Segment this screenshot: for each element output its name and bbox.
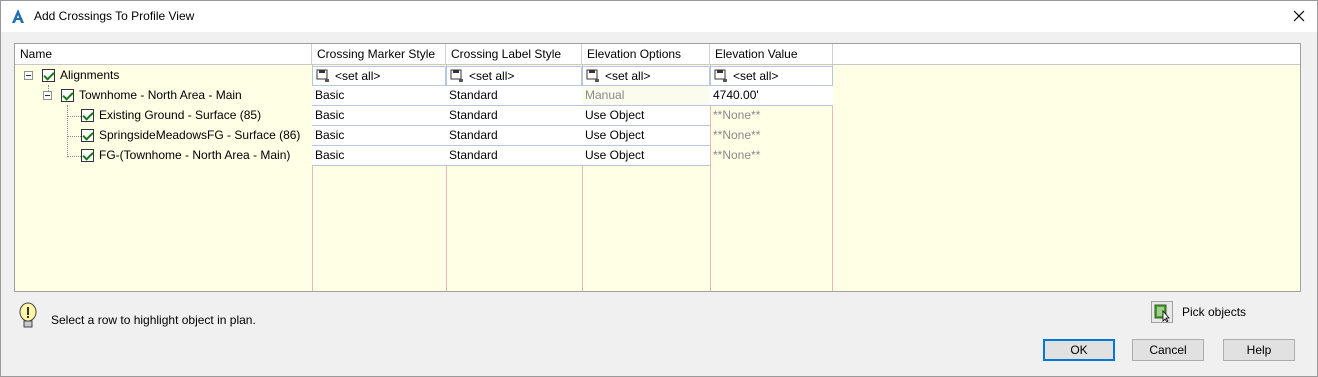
hint-text: Select a row to highlight object in plan… [51,313,256,327]
marker-style-cell[interactable]: Basic [312,146,446,166]
set-all-icon [316,69,329,82]
label-style-cell[interactable]: Standard [446,126,582,146]
close-icon [1293,10,1305,22]
elevation-value-cell: **None** [713,108,761,122]
marker-style-cell[interactable]: Basic [312,106,446,126]
ok-button[interactable]: OK [1043,339,1115,361]
elevation-value-cell[interactable]: 4740.00' [710,86,833,106]
label-style-cell[interactable]: Standard [446,86,582,106]
set-all-icon [714,69,727,82]
column-header-marker-style[interactable]: Crossing Marker Style [312,44,446,64]
label-style-cell[interactable]: Standard [446,146,582,166]
set-all-elevopt-text: <set all> [605,69,651,83]
column-header-elevation-value[interactable]: Elevation Value [710,44,833,64]
title-bar: Add Crossings To Profile View [1,1,1317,32]
label-style-cell[interactable]: Standard [446,106,582,126]
set-all-icon [450,69,463,82]
tree-label-surface: SpringsideMeadowsFG - Surface (86) [99,128,301,142]
name-cell: Townhome - North Area - Main [15,86,312,106]
tree-label-surface: Existing Ground - Surface (85) [99,108,262,122]
add-crossings-dialog: Add Crossings To Profile View Name Cross… [0,0,1318,377]
set-all-elevation-value[interactable]: <set all> [710,66,833,86]
name-cell: SpringsideMeadowsFG - Surface (86) [15,126,312,146]
dialog-title: Add Crossings To Profile View [34,9,195,23]
grid-header: Name Crossing Marker Style Crossing Labe… [15,44,1300,65]
elevation-option-cell[interactable]: Use Object [582,106,710,126]
column-header-elevation-options[interactable]: Elevation Options [582,44,710,64]
surface-checkbox[interactable] [81,149,94,162]
set-all-marker-text: <set all> [335,69,381,83]
autocad-civil-icon [12,9,24,23]
column-header-name[interactable]: Name [15,44,312,64]
close-button[interactable] [1287,5,1311,27]
name-cell: Existing Ground - Surface (85) [15,106,312,126]
pick-objects-label: Pick objects [1182,305,1247,319]
tree-row-surface[interactable]: FG-(Townhome - North Area - Main) Basic … [15,146,833,166]
alignment-checkbox[interactable] [61,89,74,102]
surface-checkbox[interactable] [81,109,94,122]
marker-style-cell[interactable]: Basic [312,126,446,146]
tree-row-surface[interactable]: Existing Ground - Surface (85) Basic Sta… [15,106,833,126]
tree-label-alignment: Townhome - North Area - Main [79,88,242,102]
help-button[interactable]: Help [1223,339,1295,361]
crossings-grid: Name Crossing Marker Style Crossing Labe… [14,43,1301,292]
set-all-marker-style[interactable]: <set all> [312,66,446,86]
set-all-elevval-text: <set all> [733,69,779,83]
name-cell: FG-(Townhome - North Area - Main) [15,146,312,166]
set-all-elevation-options[interactable]: <set all> [582,66,710,86]
alignments-checkbox[interactable] [42,69,55,82]
tree-row-surface[interactable]: SpringsideMeadowsFG - Surface (86) Basic… [15,126,833,146]
pick-objects-icon [1154,304,1170,323]
collapse-toggle[interactable] [43,91,52,100]
marker-style-cell[interactable]: Basic [312,86,446,106]
collapse-toggle[interactable] [24,71,33,80]
pick-objects-button[interactable] [1151,301,1173,323]
elevation-value-cell: **None** [713,128,761,142]
tree-row-alignment[interactable]: Townhome - North Area - Main Basic Stand… [15,86,833,106]
set-all-label-style[interactable]: <set all> [446,66,582,86]
column-header-label-style[interactable]: Crossing Label Style [446,44,582,64]
tree-row-alignments[interactable]: Alignments <set all> <set all> <set all>… [15,66,833,86]
cancel-button[interactable]: Cancel [1132,339,1204,361]
set-all-icon [586,69,599,82]
surface-checkbox[interactable] [81,129,94,142]
set-all-label-text: <set all> [469,69,515,83]
tree-label-alignments: Alignments [60,68,120,82]
elevation-value-cell: **None** [713,148,761,162]
elevation-option-cell: Manual [582,86,710,106]
name-cell: Alignments [15,66,312,86]
elevation-option-cell[interactable]: Use Object [582,146,710,166]
elevation-option-cell[interactable]: Use Object [582,126,710,146]
tree-label-surface: FG-(Townhome - North Area - Main) [99,148,291,162]
lightbulb-icon [19,302,37,328]
